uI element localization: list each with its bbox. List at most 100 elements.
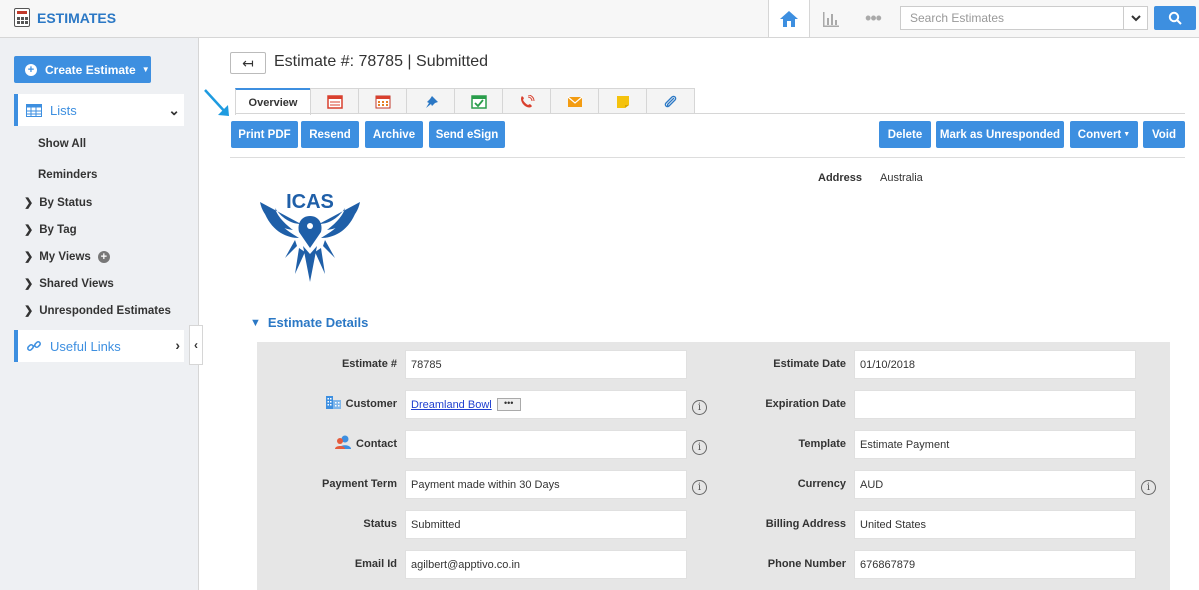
lists-label: Lists — [50, 102, 77, 118]
section-title: Estimate Details — [267, 315, 369, 330]
paperclip-icon — [664, 95, 676, 107]
tab-calendar[interactable] — [358, 88, 407, 114]
address-label: Address — [818, 172, 863, 184]
print-pdf-button[interactable]: Print PDF — [231, 121, 298, 148]
mark-unresponded-button[interactable]: Mark as Unresponded — [936, 121, 1064, 148]
convert-label: Convert — [1077, 128, 1122, 141]
chevron-right-icon: › — [175, 337, 180, 353]
template-field[interactable]: Estimate Payment — [854, 430, 1136, 459]
sidebar-item-reminders[interactable]: Reminders — [38, 169, 97, 181]
useful-links-label: Useful Links — [50, 338, 121, 354]
estimate-number-label: Estimate # — [341, 358, 397, 370]
chevron-down-icon: ⌄ — [168, 102, 180, 118]
chevron-left-icon: ‹ — [194, 338, 198, 352]
home-button[interactable] — [768, 0, 810, 37]
tab-calls[interactable] — [502, 88, 551, 114]
info-icon[interactable]: i — [692, 400, 707, 415]
resend-button[interactable]: Resend — [301, 121, 359, 148]
tab-overview-label: Overview — [248, 96, 298, 109]
address-value: Australia — [880, 172, 923, 184]
estimate-number-field[interactable]: 78785 — [405, 350, 687, 379]
phone-field[interactable]: 676867879 — [854, 550, 1136, 579]
currency-label: Currency — [797, 478, 846, 490]
search-icon — [1168, 11, 1182, 25]
create-estimate-button[interactable]: + Create Estimate ▼ — [14, 56, 151, 83]
tab-overview[interactable]: Overview — [235, 88, 311, 115]
email-label: Email Id — [354, 558, 397, 570]
add-view-icon[interactable]: + — [97, 250, 110, 263]
contact-field[interactable] — [405, 430, 687, 459]
search-input[interactable] — [901, 7, 1123, 29]
more-options-icon[interactable]: ••• — [852, 0, 894, 37]
estimate-details-panel: Estimate # 78785 Customer Dreamland Bowl… — [257, 342, 1170, 590]
send-esign-button[interactable]: Send eSign — [429, 121, 505, 148]
search-dropdown[interactable] — [1123, 7, 1147, 29]
calendar-icon — [375, 95, 390, 108]
status-field[interactable]: Submitted — [405, 510, 687, 539]
plus-icon: + — [25, 63, 37, 76]
home-icon — [780, 10, 798, 27]
caret-down-icon: ▼ — [1123, 131, 1131, 138]
tab-email[interactable] — [550, 88, 599, 114]
sidebar-item-by-status[interactable]: ❯ By Status — [24, 196, 93, 210]
email-field[interactable]: agilbert@apptivo.co.in — [405, 550, 687, 579]
delete-button[interactable]: Delete — [879, 121, 931, 148]
customer-label: Customer — [345, 398, 397, 410]
envelope-icon — [567, 96, 582, 107]
customer-link[interactable]: Dreamland Bowl — [411, 399, 492, 411]
customer-more-button[interactable]: ••• — [496, 398, 521, 411]
currency-field[interactable]: AUD — [854, 470, 1136, 499]
convert-button[interactable]: Convert ▼ — [1070, 121, 1138, 148]
tab-bar: Overview — [235, 88, 695, 115]
expiration-date-field[interactable] — [854, 390, 1136, 419]
archive-button[interactable]: Archive — [365, 121, 423, 148]
info-icon[interactable]: i — [692, 440, 707, 455]
create-estimate-label: Create Estimate — [45, 62, 136, 77]
back-arrow-icon: ↤ — [242, 54, 254, 71]
sticky-note-icon — [616, 95, 629, 108]
sidebar: + Create Estimate ▼ Lists ⌄ Show All Rem… — [0, 38, 199, 590]
building-icon — [326, 396, 341, 409]
back-button[interactable]: ↤ — [230, 52, 266, 74]
reports-button[interactable] — [810, 0, 852, 37]
top-bar: ESTIMATES ••• — [0, 0, 1199, 38]
chevron-down-icon: ▼ — [250, 316, 261, 329]
list-table-icon — [26, 103, 42, 117]
sidebar-item-unresponded[interactable]: ❯ Unresponded Estimates — [24, 304, 171, 318]
info-icon[interactable]: i — [1141, 480, 1156, 495]
tab-tasks[interactable] — [454, 88, 503, 114]
estimate-details-toggle[interactable]: ▼ Estimate Details — [250, 315, 368, 330]
chevron-right-icon: ❯ — [24, 251, 34, 263]
chevron-down-icon — [1130, 14, 1141, 21]
app-title: ESTIMATES — [37, 10, 117, 26]
collapse-sidebar-button[interactable]: ‹ — [189, 325, 203, 365]
pin-icon — [425, 95, 438, 108]
void-button[interactable]: Void — [1143, 121, 1185, 148]
sidebar-item-shared-views[interactable]: ❯ Shared Views — [24, 277, 114, 291]
link-icon — [27, 341, 41, 351]
phone-label: Phone Number — [767, 558, 846, 570]
sidebar-item-by-tag[interactable]: ❯ By Tag — [24, 223, 77, 237]
sidebar-lists-panel[interactable]: Lists ⌄ — [14, 94, 184, 126]
search-box — [900, 6, 1148, 30]
contact-icon — [335, 435, 351, 449]
by-status-label: By Status — [39, 196, 93, 209]
sidebar-useful-links-panel[interactable]: Useful Links › — [14, 330, 184, 362]
estimate-date-field[interactable]: 01/10/2018 — [854, 350, 1136, 379]
customer-field: Dreamland Bowl ••• — [405, 390, 687, 419]
divider — [230, 157, 1185, 158]
sidebar-item-my-views[interactable]: ❯ My Views + — [24, 250, 110, 263]
search-button[interactable] — [1154, 6, 1196, 30]
billing-address-label: Billing Address — [765, 518, 846, 530]
sidebar-item-show-all[interactable]: Show All — [38, 138, 86, 150]
my-views-label: My Views — [39, 250, 91, 263]
task-check-icon — [470, 94, 487, 109]
tab-notes[interactable] — [310, 88, 359, 114]
tab-attachments[interactable] — [646, 88, 695, 114]
payment-term-field[interactable]: Payment made within 30 Days — [405, 470, 687, 499]
billing-address-field[interactable]: United States — [854, 510, 1136, 539]
info-icon[interactable]: i — [692, 480, 707, 495]
expiration-date-label: Expiration Date — [765, 398, 846, 410]
tab-sticky-notes[interactable] — [598, 88, 647, 114]
tab-pin[interactable] — [406, 88, 455, 114]
